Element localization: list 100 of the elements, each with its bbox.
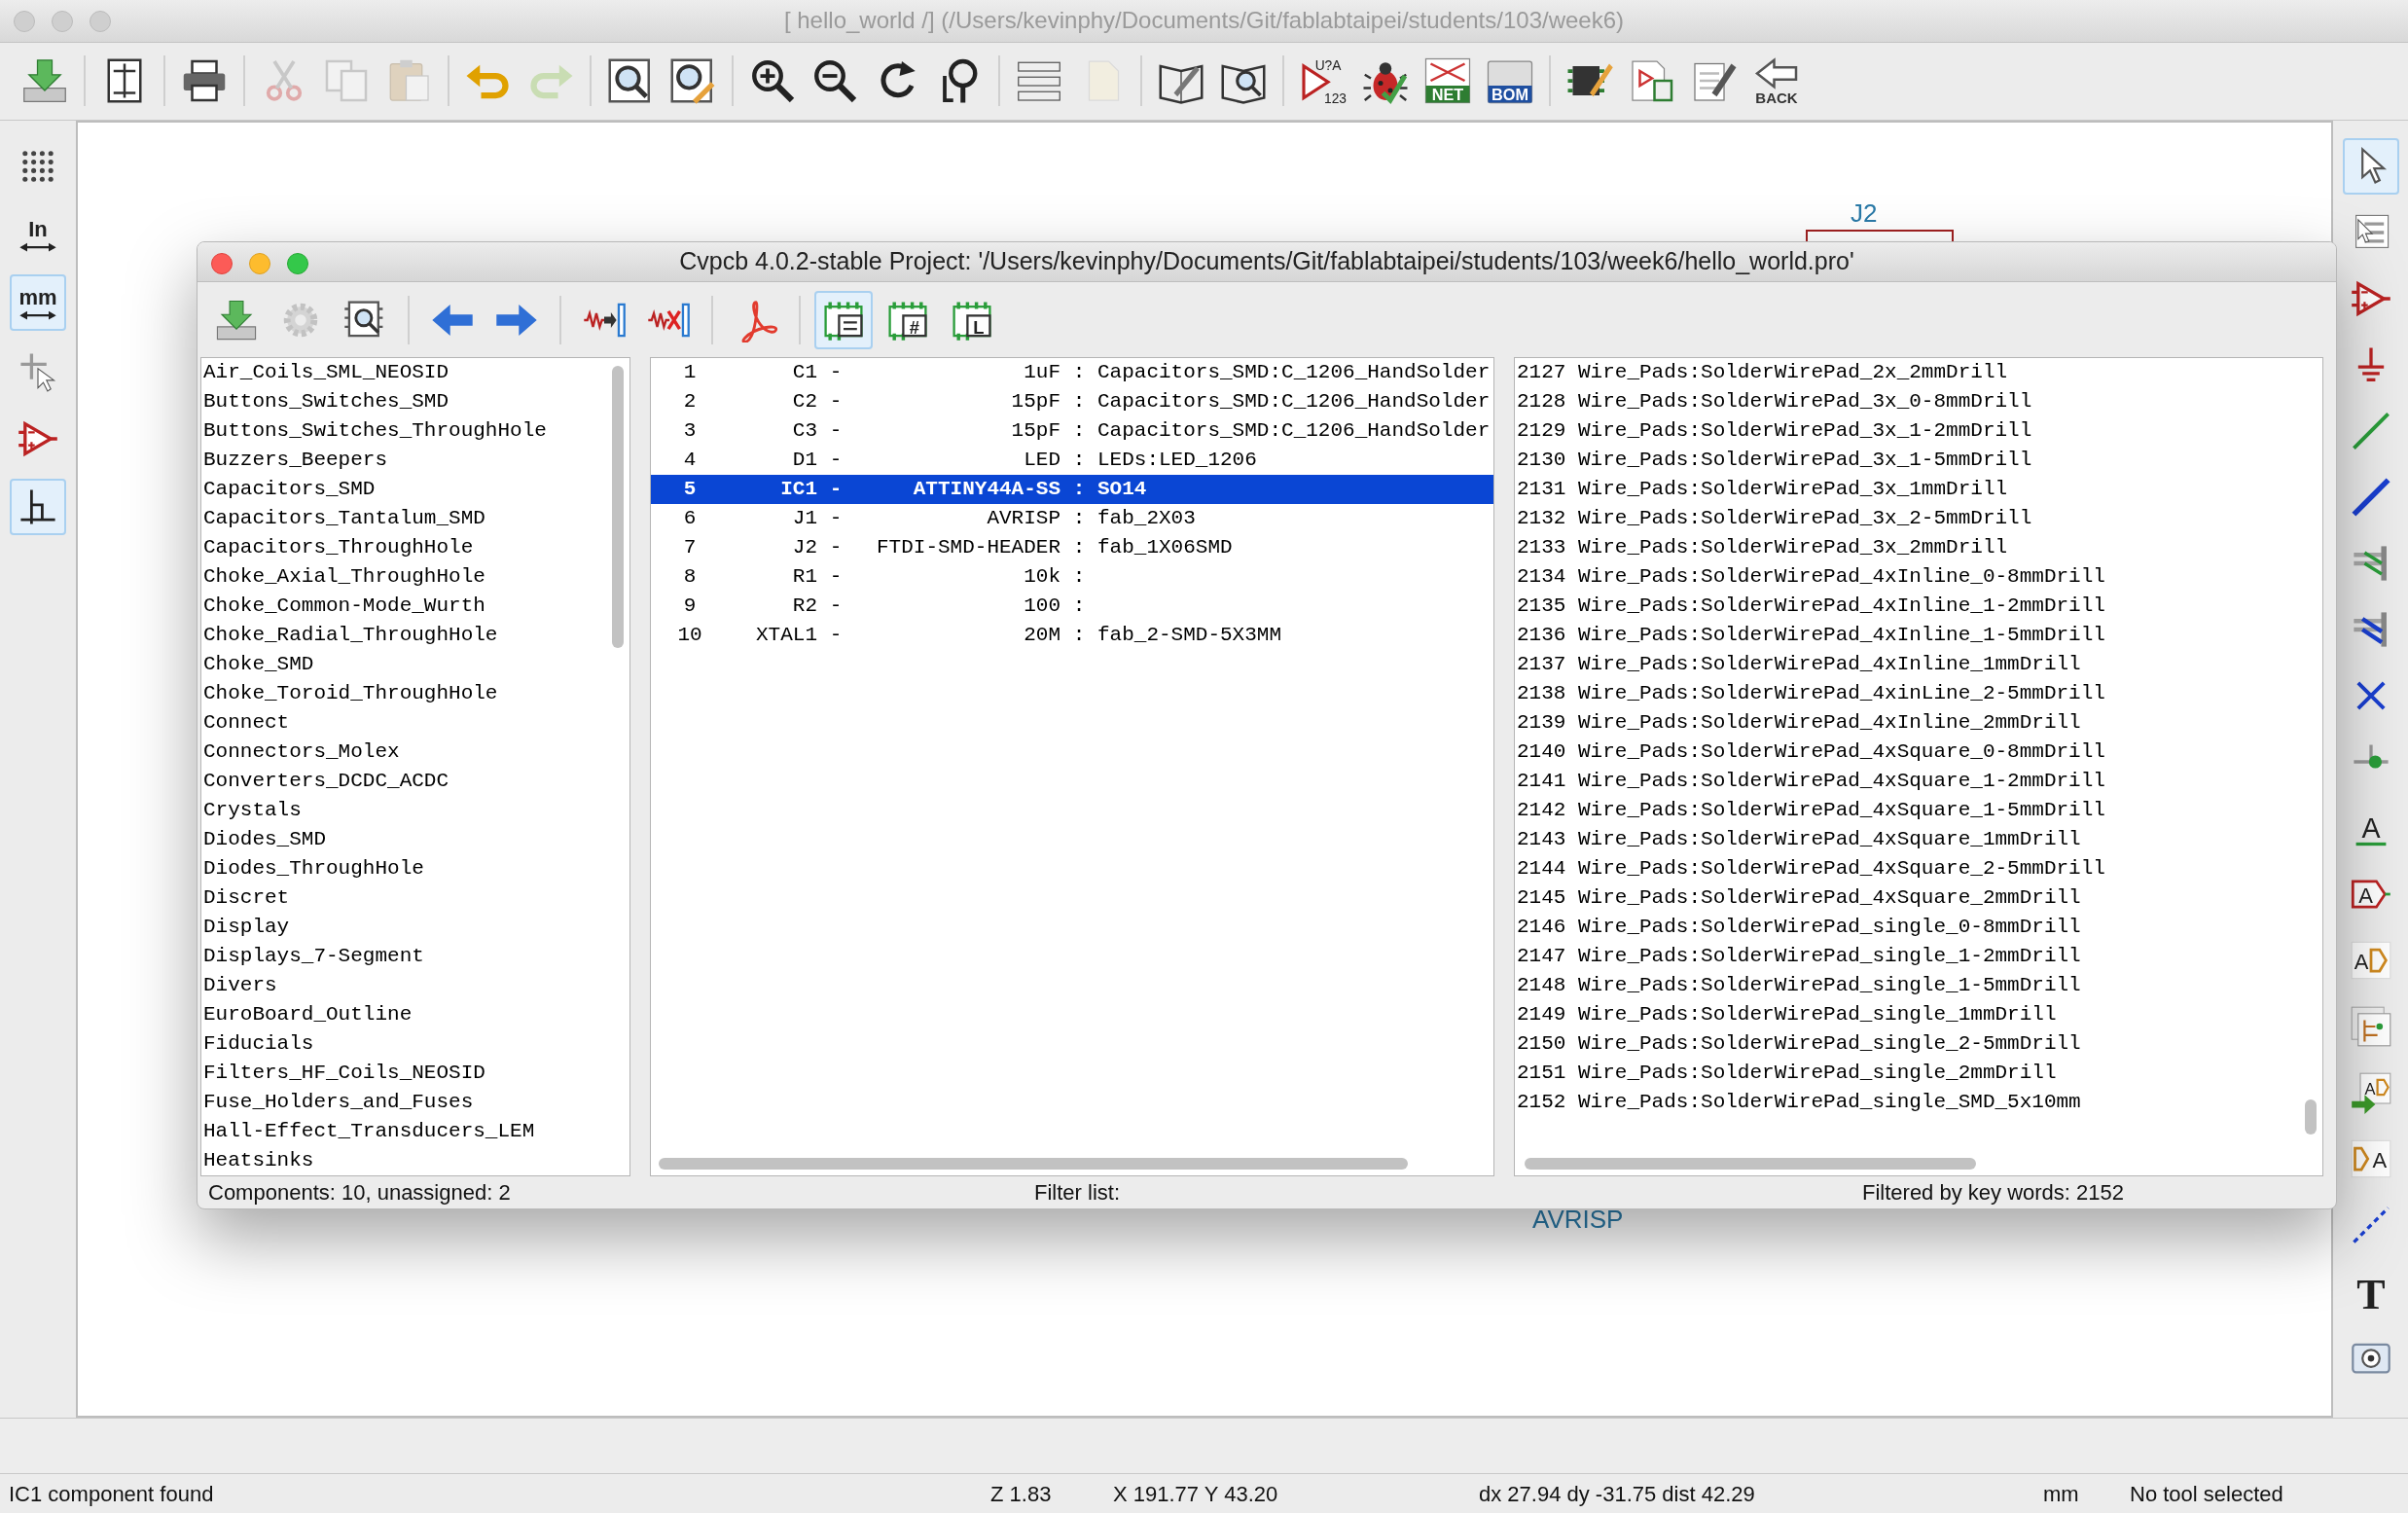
text-tool-icon[interactable]: T: [2349, 1269, 2392, 1313]
status-text: mm: [2043, 1481, 2079, 1506]
library-item[interactable]: Buttons_Switches_SMD: [201, 387, 629, 416]
netlist-icon[interactable]: NET: [1423, 56, 1472, 106]
footprint-item[interactable]: 2146 Wire_Pads:SolderWirePad_single_0-8mmDrill: [1515, 913, 2322, 942]
status-text: dx 27.94 dy -31.75 dist 42.29: [1479, 1481, 1755, 1506]
library-item[interactable]: Capacitors_Tantalum_SMD: [201, 504, 629, 533]
separator: -: [828, 623, 844, 648]
separator: -: [828, 506, 844, 531]
reference-cell-text: C3: [791, 418, 818, 444]
toggle-button[interactable]: [2342, 137, 2399, 195]
value-label: AVRISP: [1532, 1203, 1624, 1236]
library-item[interactable]: Crystals: [201, 796, 629, 825]
footprint-item[interactable]: 2147 Wire_Pads:SolderWirePad_single_1-2mmDrill: [1515, 942, 2322, 971]
row-number: 5: [682, 477, 698, 502]
library-item[interactable]: Capacitors_SMD: [201, 475, 629, 504]
library-item[interactable]: Divers: [201, 971, 629, 1000]
selected-row[interactable]: 5 IC1 - ATTINY44A-SS : SO14: [651, 475, 1493, 504]
separator: :: [1071, 594, 1087, 619]
reference-cell-text: J2: [791, 535, 818, 560]
library-item[interactable]: Filters_HF_Coils_NEOSID: [201, 1059, 629, 1088]
library-item[interactable]: Heatsinks: [201, 1146, 629, 1175]
library-item[interactable]: Buzzers_Beepers: [201, 446, 629, 475]
footprint-item[interactable]: 2144 Wire_Pads:SolderWirePad_4xSquare_2-5mmDrill: [1515, 854, 2322, 883]
toggle-button[interactable]: [814, 290, 873, 349]
library-item[interactable]: Capacitors_ThroughHole: [201, 533, 629, 562]
library-item[interactable]: EuroBoard_Outline: [201, 1000, 629, 1029]
footprint-item[interactable]: 2135 Wire_Pads:SolderWirePad_4xInline_1-2mmDrill: [1515, 592, 2322, 621]
status-text: X 191.77 Y 43.20: [1113, 1481, 1278, 1506]
scroll-thumb[interactable]: [2305, 1099, 2317, 1135]
footprint-cell-text: fab_1X06SMD: [1096, 535, 1234, 560]
scroll-thumb[interactable]: [612, 366, 624, 648]
reference-cell-text: J1: [791, 506, 818, 531]
separator: :: [1071, 623, 1087, 648]
footprint-item[interactable]: 2138 Wire_Pads:SolderWirePad_4xinLine_2-5mmDrill: [1515, 679, 2322, 708]
footprint-item[interactable]: 2140 Wire_Pads:SolderWirePad_4xSquare_0-8mmDrill: [1515, 738, 2322, 767]
footprint-cell-text: LEDs:LED_1206: [1096, 448, 1258, 473]
footprint-item[interactable]: 2131 Wire_Pads:SolderWirePad_3x_1mmDrill: [1515, 475, 2322, 504]
value-cell-text: 1uF: [1023, 360, 1061, 385]
row-number: 2: [682, 389, 698, 414]
footprint-item[interactable]: 2145 Wire_Pads:SolderWirePad_4xSquare_2mmDrill: [1515, 883, 2322, 913]
value-cell-text: ATTINY44A-SS: [912, 477, 1061, 502]
footprint-item[interactable]: 2136 Wire_Pads:SolderWirePad_4xInline_1-5mmDrill: [1515, 621, 2322, 650]
footprint-item[interactable]: 2150 Wire_Pads:SolderWirePad_single_2-5mmDrill: [1515, 1029, 2322, 1059]
library-item[interactable]: Converters_DCDC_ACDC: [201, 767, 629, 796]
footprint-item[interactable]: 2132 Wire_Pads:SolderWirePad_3x_2-5mmDrill: [1515, 504, 2322, 533]
library-item[interactable]: Display: [201, 913, 629, 942]
library-item[interactable]: Choke_Radial_ThroughHole: [201, 621, 629, 650]
footprint-cell-text: SO14: [1096, 477, 1148, 502]
toggle-button[interactable]: mm: [10, 273, 66, 331]
value-cell-text: LED: [1023, 448, 1061, 473]
value-cell-text: 10k: [1023, 564, 1061, 590]
reference-label: J2: [1851, 197, 1878, 230]
close-button[interactable]: [211, 253, 233, 274]
library-item[interactable]: Discret: [201, 883, 629, 913]
row-number: 7: [682, 535, 698, 560]
separator: :: [1071, 360, 1087, 385]
library-item[interactable]: Buttons_Switches_ThroughHole: [201, 416, 629, 446]
library-item[interactable]: Displays_7-Segment: [201, 942, 629, 971]
reference-cell-text: XTAL1: [755, 623, 818, 648]
footprint-item[interactable]: 2133 Wire_Pads:SolderWirePad_3x_2mmDrill: [1515, 533, 2322, 562]
library-item[interactable]: Connect: [201, 708, 629, 738]
footprint-item[interactable]: 2134 Wire_Pads:SolderWirePad_4xInline_0-8mmDrill: [1515, 562, 2322, 592]
footprint-item[interactable]: 2142 Wire_Pads:SolderWirePad_4xSquare_1-5mmDrill: [1515, 796, 2322, 825]
library-item[interactable]: Choke_Common-Mode_Wurth: [201, 592, 629, 621]
footprint-item[interactable]: 2149 Wire_Pads:SolderWirePad_single_1mmDrill: [1515, 1000, 2322, 1029]
footprint-item[interactable]: 2148 Wire_Pads:SolderWirePad_single_1-5mmDrill: [1515, 971, 2322, 1000]
magnifier-pen-icon[interactable]: [668, 56, 717, 106]
library-item[interactable]: Choke_SMD: [201, 650, 629, 679]
footprint-item[interactable]: 2127 Wire_Pads:SolderWirePad_2x_2mmDrill: [1515, 358, 2322, 387]
footprint-item[interactable]: 2130 Wire_Pads:SolderWirePad_3x_1-5mmDrill: [1515, 446, 2322, 475]
footprint-item[interactable]: 2143 Wire_Pads:SolderWirePad_4xSquare_1mmDrill: [1515, 825, 2322, 854]
separator: -: [828, 535, 844, 560]
library-item[interactable]: Choke_Toroid_ThroughHole: [201, 679, 629, 708]
library-item[interactable]: Diodes_ThroughHole: [201, 854, 629, 883]
footprint-item[interactable]: 2137 Wire_Pads:SolderWirePad_4xInline_1mmDrill: [1515, 650, 2322, 679]
footprint-item[interactable]: 2139 Wire_Pads:SolderWirePad_4xInline_2mmDrill: [1515, 708, 2322, 738]
library-item[interactable]: Hall-Effect_Transducers_LEM: [201, 1117, 629, 1146]
separator: -: [828, 564, 844, 590]
separator: :: [1071, 418, 1087, 444]
library-item[interactable]: Fiducials: [201, 1029, 629, 1059]
row-number: 8: [682, 564, 698, 590]
footprint-item[interactable]: 2129 Wire_Pads:SolderWirePad_3x_1-2mmDrill: [1515, 416, 2322, 446]
library-item[interactable]: Connectors_Molex: [201, 738, 629, 767]
row-number: 6: [682, 506, 698, 531]
library-item[interactable]: Fuse_Holders_and_Fuses: [201, 1088, 629, 1117]
value-cell-text: 15pF: [1010, 418, 1061, 444]
footprint-item[interactable]: 2141 Wire_Pads:SolderWirePad_4xSquare_1-2mmDrill: [1515, 767, 2322, 796]
toggle-button[interactable]: [10, 478, 66, 535]
footprint-item[interactable]: 2128 Wire_Pads:SolderWirePad_3x_0-8mmDrill: [1515, 387, 2322, 416]
footprint-item[interactable]: 2151 Wire_Pads:SolderWirePad_single_2mmDrill: [1515, 1059, 2322, 1088]
sheet-stack-icon[interactable]: [2349, 1004, 2392, 1048]
separator: :: [1071, 448, 1087, 473]
footprint-item[interactable]: 2152 Wire_Pads:SolderWirePad_single_SMD_5x10mm: [1515, 1088, 2322, 1117]
scroll-thumb[interactable]: [659, 1158, 1408, 1170]
scroll-thumb[interactable]: [1525, 1158, 1976, 1170]
library-item[interactable]: Choke_Axial_ThroughHole: [201, 562, 629, 592]
library-item[interactable]: Diodes_SMD: [201, 825, 629, 854]
separator: -: [828, 360, 844, 385]
library-item[interactable]: Air_Coils_SML_NEOSID: [201, 358, 629, 387]
